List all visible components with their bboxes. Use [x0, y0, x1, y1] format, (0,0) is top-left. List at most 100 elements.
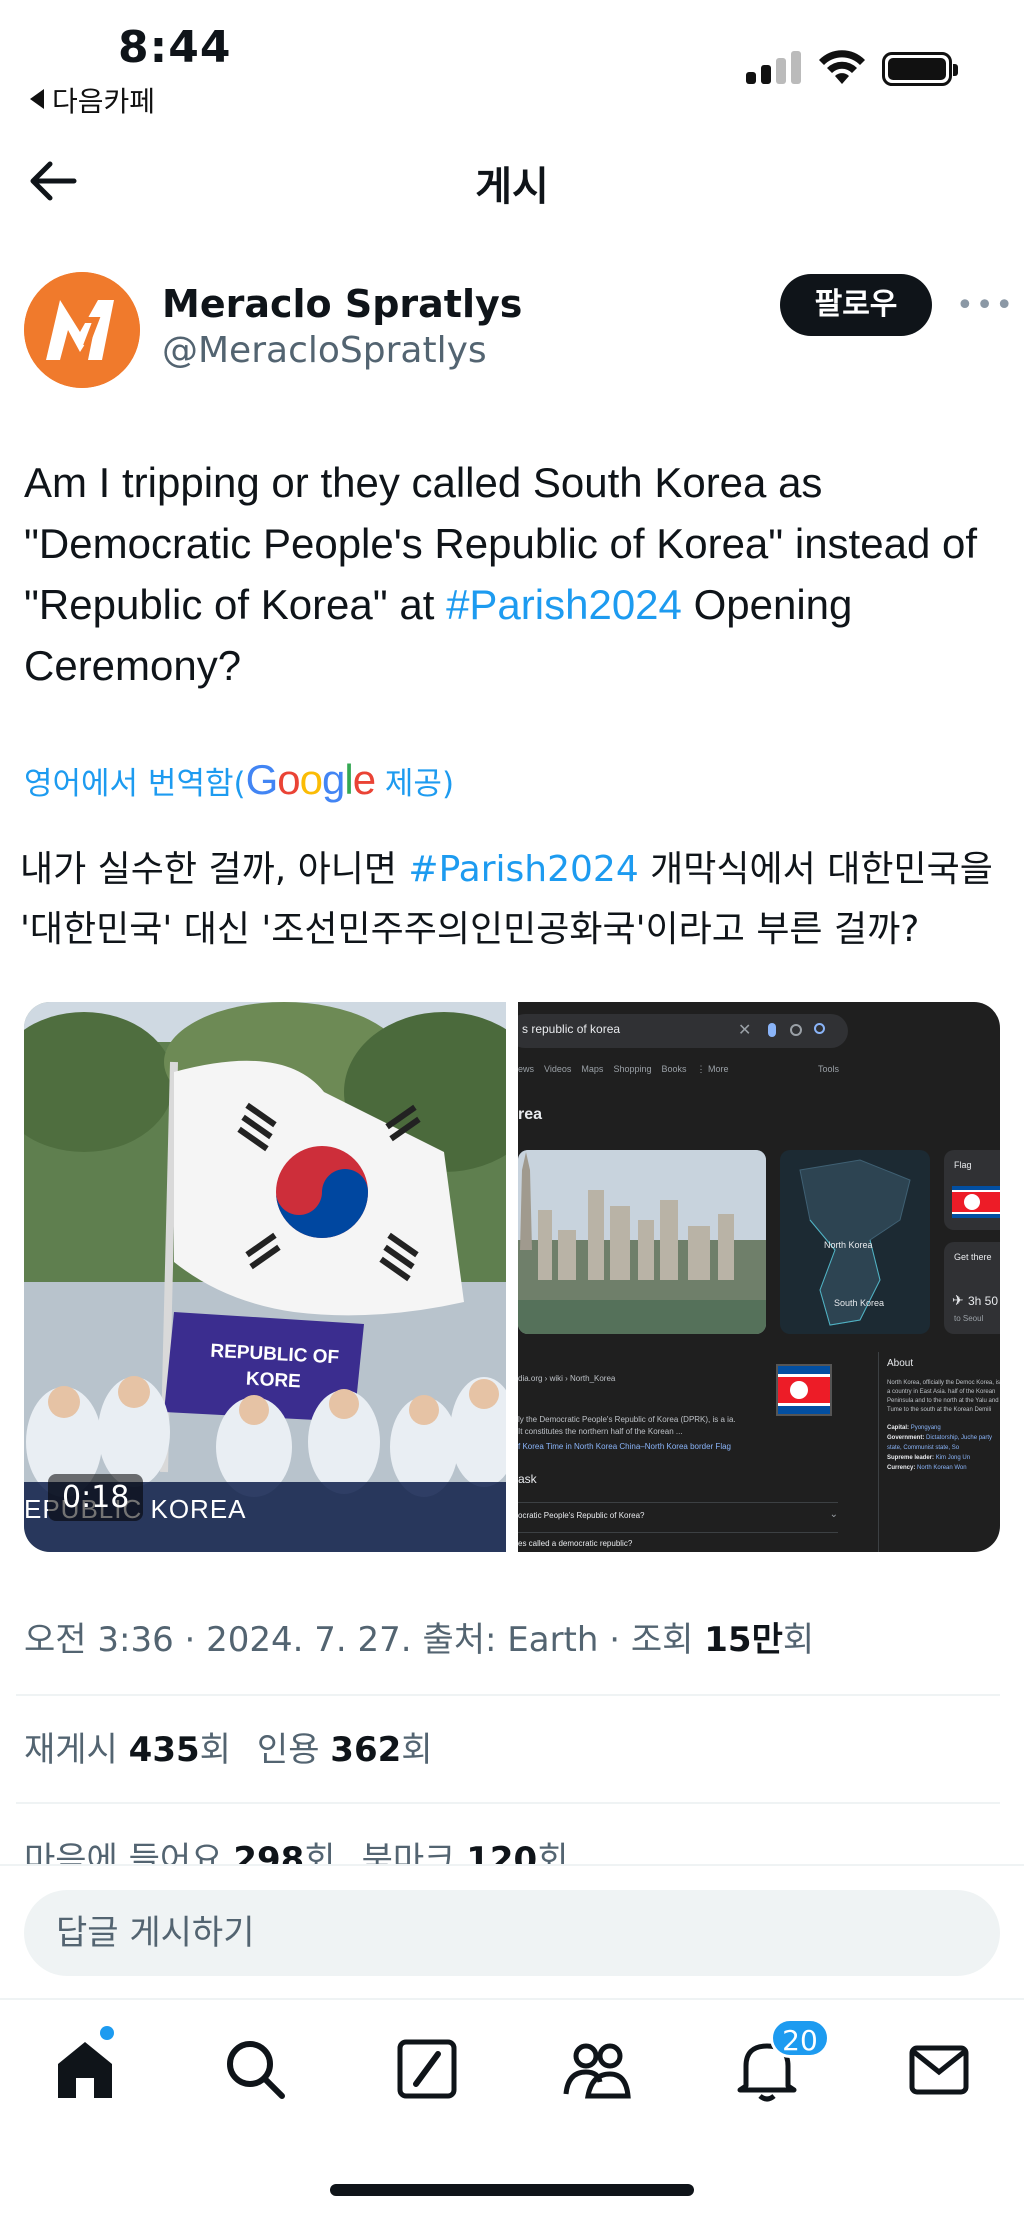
result-snippet: ly the Democratic People's Republic of K… — [518, 1415, 736, 1436]
status-bar: 8:44 다음카페 — [0, 0, 1024, 120]
reply-bar: 답글 게시하기 — [0, 1864, 1024, 1998]
quotes-unit: 회 — [401, 1730, 433, 1770]
post-header: 게시 — [0, 130, 1024, 230]
fact-row: Capital: Pyongyang — [887, 1423, 1000, 1433]
flag-card: Flag — [944, 1150, 1000, 1230]
reply-input[interactable]: 답글 게시하기 — [24, 1890, 1000, 1976]
reposts-stat[interactable]: 재게시 435회 — [24, 1730, 231, 1770]
result-flag-icon — [776, 1364, 832, 1416]
people-also-ask-label: ask — [518, 1472, 537, 1486]
flag-label: Flag — [954, 1160, 972, 1170]
translated-by-link[interactable]: 영어에서 번역함(Google 제공) — [24, 756, 454, 804]
video-banner-text: REPUBLIC OF KORE — [209, 1340, 340, 1393]
fact-row: Government: Dictatorship, Juche party st… — [887, 1433, 1000, 1453]
quotes-count: 362 — [330, 1730, 402, 1770]
battery-icon — [882, 52, 958, 86]
korea-map: North Korea South Korea — [780, 1150, 930, 1334]
hashtag-link[interactable]: #Parish2024 — [446, 581, 682, 628]
question-row: es called a democratic republic? — [518, 1532, 838, 1552]
post-source: 출처: Earth — [422, 1620, 599, 1660]
search-tab: Shopping — [613, 1064, 652, 1074]
grok-icon[interactable] — [392, 2034, 462, 2104]
search-icon[interactable] — [220, 2034, 290, 2104]
back-app-label: 다음카페 — [52, 85, 156, 118]
avatar[interactable] — [24, 272, 140, 388]
search-tab: ews — [518, 1064, 535, 1074]
search-bar: s republic of korea ✕ — [518, 1014, 848, 1048]
search-tabs: ews Videos Maps Shopping Books ⋮ More To… — [518, 1064, 839, 1075]
chevron-down-icon: ⌄ — [829, 1509, 838, 1520]
communities-icon[interactable] — [562, 2034, 632, 2104]
fact-value: Kim Jong Un — [935, 1455, 971, 1461]
fact-value: Pyongyang — [910, 1425, 941, 1431]
home-icon[interactable] — [50, 2034, 120, 2104]
home-indicator — [330, 2184, 694, 2196]
post-meta: 오전 3:36 · 2024. 7. 27. 출처: Earth · 조회 15… — [24, 1620, 815, 1660]
fact-row: Supreme leader: Kim Jong Un — [887, 1453, 1000, 1463]
status-time: 8:44 — [118, 22, 232, 73]
to-seoul: to Seoul — [954, 1314, 984, 1323]
divider — [16, 1802, 1000, 1804]
question-row: ocratic People's Republic of Korea? ⌄ — [518, 1502, 838, 1528]
result-links: f Korea Time in North Korea China–North … — [518, 1442, 731, 1451]
fact-row: Currency: North Korean Won — [887, 1463, 1000, 1473]
about-title: About — [887, 1358, 914, 1369]
divider — [16, 1694, 1000, 1696]
translated-text: 내가 실수한 걸까, 아니면 #Parish2024 개막식에서 대한민국을 '… — [20, 840, 1010, 960]
search-tab: Tools — [818, 1064, 840, 1074]
video-duration: 0:18 — [48, 1474, 144, 1521]
author-name[interactable]: Meraclo Spratlys — [162, 282, 522, 326]
question-text: es called a democratic republic? — [518, 1539, 633, 1548]
reposts-unit: 회 — [199, 1730, 231, 1770]
views-label: 조회 — [630, 1620, 694, 1660]
fact-label: Currency: — [887, 1465, 916, 1471]
search-query: s republic of korea — [522, 1022, 621, 1036]
fact-label: Supreme leader: — [887, 1455, 935, 1461]
post-date: 2024. 7. 27. — [206, 1620, 412, 1660]
messages-icon[interactable] — [904, 2034, 974, 2104]
flag-bearer-video-image — [24, 1002, 506, 1552]
search-tab: Maps — [581, 1064, 604, 1074]
views-count: 15만 — [704, 1620, 783, 1660]
tweet-text: Am I tripping or they called South Korea… — [24, 452, 1004, 696]
reposts-label: 재게시 — [24, 1730, 118, 1770]
translation-part: 내가 실수한 걸까, 아니면 — [20, 849, 409, 890]
back-triangle-icon — [30, 89, 44, 109]
mic-icon — [768, 1023, 776, 1037]
search-screenshot-image[interactable]: s republic of korea ✕ ews Videos Maps Sh… — [518, 1002, 1000, 1552]
back-to-app-link[interactable]: 다음카페 — [30, 80, 155, 120]
question-text: ocratic People's Republic of Korea? — [518, 1511, 645, 1520]
search-tab: ⋮ More — [696, 1064, 729, 1074]
get-there-card: Get there ✈ 3h 50 to Seoul — [944, 1242, 1000, 1334]
fact-label: Government: — [887, 1435, 925, 1441]
fact-value: North Korean Won — [917, 1465, 967, 1471]
flight-time: 3h 50 — [968, 1294, 999, 1308]
about-panel: About North Korea, officially the Democ … — [878, 1352, 1000, 1552]
map-label: North Korea — [824, 1240, 873, 1250]
quotes-stat[interactable]: 인용 362회 — [257, 1730, 433, 1770]
video-thumbnail[interactable]: REPUBLIC OF KORE EPUBLIC KOREA 0:18 — [24, 1002, 506, 1552]
get-there-label: Get there — [954, 1252, 992, 1262]
quotes-label: 인용 — [256, 1730, 320, 1770]
result-title: rea — [518, 1106, 543, 1123]
page-title: 게시 — [475, 164, 549, 210]
result-source: dia.org › wiki › North_Korea — [518, 1374, 616, 1383]
google-logo: Google — [245, 756, 376, 803]
views-unit: 회 — [782, 1620, 815, 1660]
more-options-icon[interactable]: ••• — [956, 288, 1015, 323]
reposts-count: 435 — [128, 1730, 200, 1770]
author-handle[interactable]: @MeracloSpratlys — [162, 330, 487, 371]
home-unread-dot — [100, 2026, 114, 2040]
wifi-icon — [819, 50, 865, 84]
media-grid: REPUBLIC OF KORE EPUBLIC KOREA 0:18 s re… — [24, 1002, 1000, 1552]
lens-icon — [790, 1024, 802, 1036]
city-photo — [518, 1150, 766, 1334]
post-time: 오전 3:36 — [24, 1620, 174, 1660]
follow-button[interactable]: 팔로우 — [780, 274, 932, 336]
hashtag-link[interactable]: #Parish2024 — [408, 849, 638, 890]
notification-badge: 20 — [770, 2018, 830, 2058]
about-text: North Korea, officially the Democ Korea,… — [887, 1380, 1000, 1413]
airplane-icon: ✈ — [952, 1292, 964, 1308]
repost-quote-stats: 재게시 435회 인용 362회 — [24, 1722, 433, 1771]
translated-by-prefix: 영어에서 번역함( — [24, 766, 246, 802]
